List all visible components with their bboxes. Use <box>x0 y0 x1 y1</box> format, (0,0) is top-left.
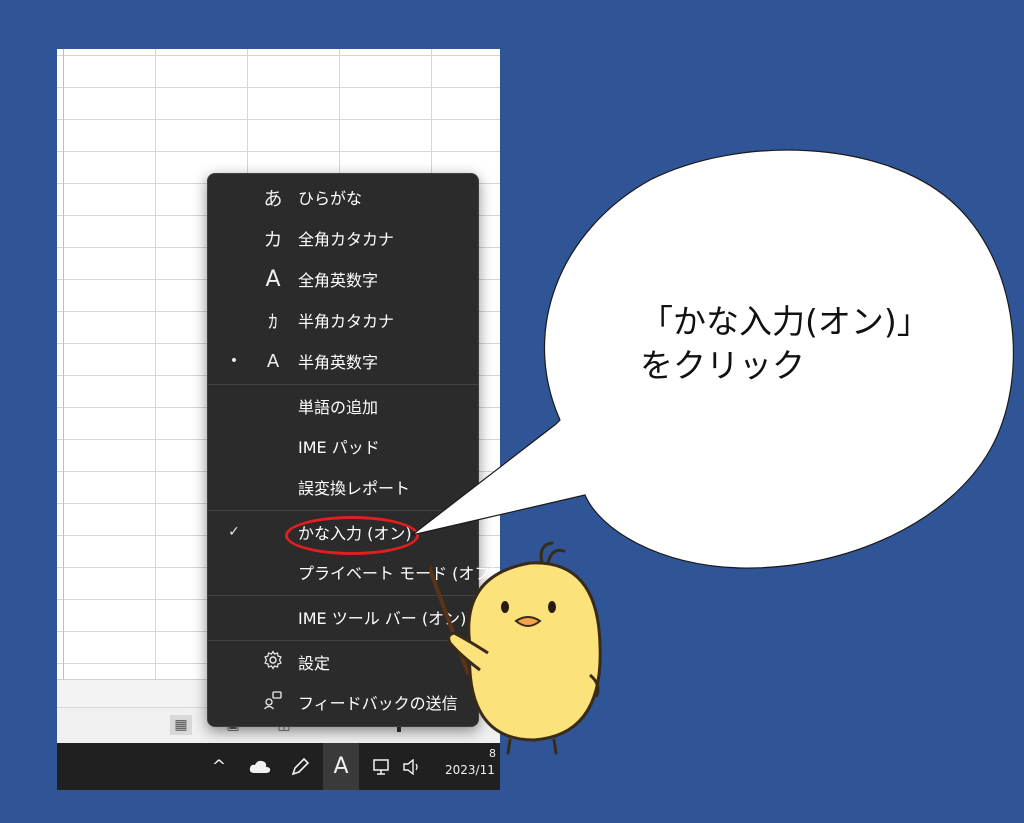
callout-line-1: 「かな入力(オン)」 <box>640 302 930 341</box>
callout-line-2: をクリック <box>640 346 805 385</box>
callout-text: 「かな入力(オン)」 をクリック <box>640 300 930 388</box>
chick-mascot-illustration <box>430 541 602 755</box>
